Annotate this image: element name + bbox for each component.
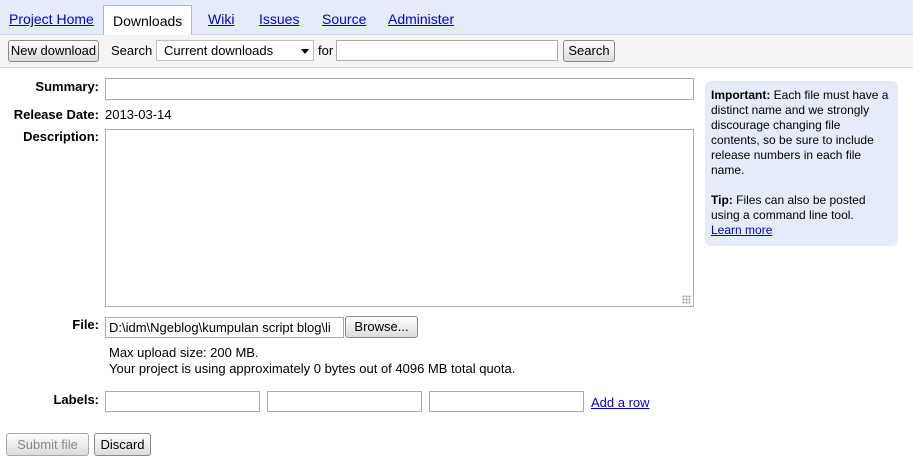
release-date-label: Release Date: xyxy=(13,107,99,122)
important-note: Important: Each file must have a distinc… xyxy=(711,88,892,178)
summary-label: Summary: xyxy=(35,79,99,94)
max-upload-text: Max upload size: 200 MB. xyxy=(109,345,259,360)
tab-wiki[interactable]: Wiki xyxy=(208,11,234,27)
download-scope-select[interactable]: Current downloads xyxy=(156,40,314,61)
learn-more-link[interactable]: Learn more xyxy=(711,223,772,237)
submit-file-button[interactable]: Submit file xyxy=(6,433,89,456)
label-input-1[interactable] xyxy=(105,391,260,412)
file-path-value: D:\idm\Ngeblog\kumpulan script blog\li xyxy=(109,320,331,335)
tip-note: Tip: Files can also be posted using a co… xyxy=(711,193,892,238)
tab-downloads[interactable]: Downloads xyxy=(103,5,193,36)
browse-button[interactable]: Browse... xyxy=(345,316,418,338)
search-query-input[interactable] xyxy=(336,40,558,61)
quota-text: Your project is using approximately 0 by… xyxy=(109,361,516,376)
description-textarea[interactable] xyxy=(105,129,694,307)
resize-grip-icon[interactable] xyxy=(682,295,691,304)
chevron-down-icon xyxy=(301,49,309,54)
label-input-2[interactable] xyxy=(267,391,422,412)
file-label: File: xyxy=(72,317,99,332)
project-tab-bar: Project Home Downloads Wiki Issues Sourc… xyxy=(0,0,913,36)
search-toolbar: New download Search Current downloads fo… xyxy=(0,35,913,68)
download-scope-value: Current downloads xyxy=(164,43,274,58)
search-label: Search xyxy=(111,43,153,58)
tab-issues[interactable]: Issues xyxy=(259,11,299,27)
tip-text: Files can also be posted using a command… xyxy=(711,193,866,222)
tab-administer[interactable]: Administer xyxy=(388,11,454,27)
label-input-3[interactable] xyxy=(429,391,584,412)
description-label: Description: xyxy=(23,129,99,144)
tab-project-home[interactable]: Project Home xyxy=(9,11,94,27)
tab-source[interactable]: Source xyxy=(322,11,366,27)
search-button[interactable]: Search xyxy=(563,40,615,62)
important-heading: Important: xyxy=(711,88,771,102)
new-download-button[interactable]: New download xyxy=(8,40,99,62)
summary-input[interactable] xyxy=(105,78,694,100)
labels-label: Labels: xyxy=(53,392,99,407)
for-label: for xyxy=(318,43,334,58)
upload-help-box: Important: Each file must have a distinc… xyxy=(705,81,898,246)
release-date-value: 2013-03-14 xyxy=(105,107,172,122)
tip-heading: Tip: xyxy=(711,193,733,207)
discard-button[interactable]: Discard xyxy=(94,433,151,456)
file-path-input[interactable]: D:\idm\Ngeblog\kumpulan script blog\li xyxy=(105,317,344,338)
add-row-link[interactable]: Add a row xyxy=(591,395,650,410)
